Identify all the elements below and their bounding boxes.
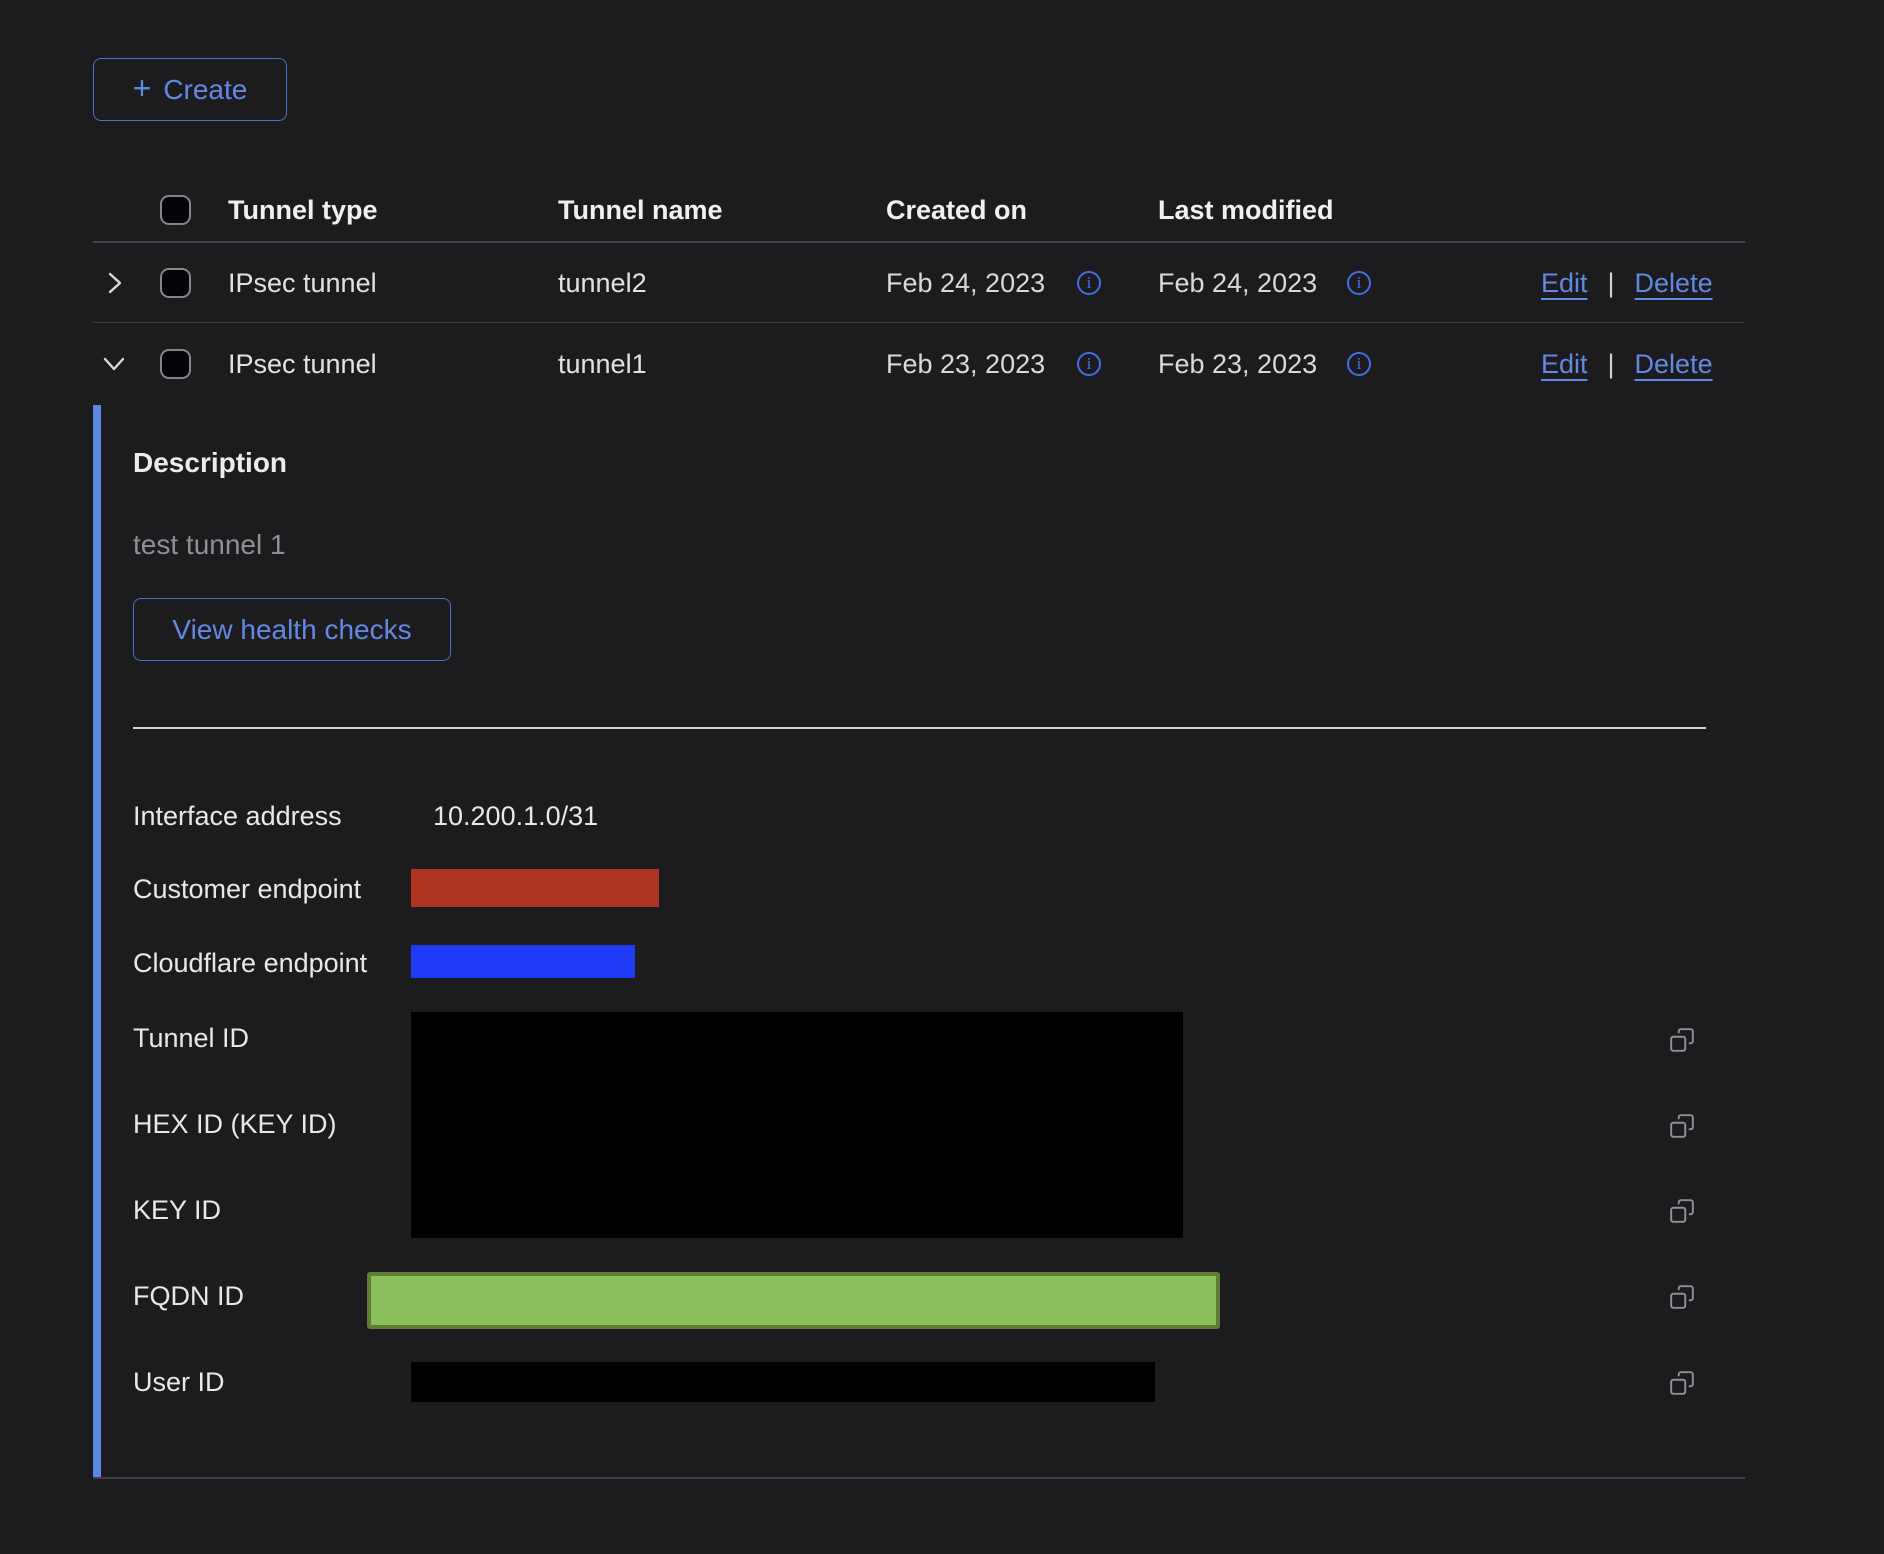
ids-redaction-block: [411, 1012, 1183, 1238]
created-info-icon-wrap: i: [1077, 271, 1101, 295]
table-row: IPsec tunnel tunnel2 Feb 24, 2023 i Feb …: [93, 245, 1745, 323]
info-icon[interactable]: i: [1077, 271, 1101, 295]
row-actions: Edit | Delete: [1541, 267, 1713, 299]
actions-separator: |: [1608, 348, 1615, 380]
section-divider: [133, 727, 1706, 729]
copy-icon: [1669, 1113, 1695, 1139]
customer-endpoint-redaction: [411, 869, 659, 907]
tunnel-id-label: Tunnel ID: [133, 1022, 249, 1054]
edit-link[interactable]: Edit: [1541, 348, 1588, 380]
expand-row-button[interactable]: [101, 270, 127, 296]
column-header-last-modified: Last modified: [1158, 194, 1334, 226]
create-button[interactable]: + Create: [93, 58, 287, 121]
delete-link[interactable]: Delete: [1635, 348, 1713, 380]
info-icon[interactable]: i: [1347, 271, 1371, 295]
key-id-label: KEY ID: [133, 1194, 221, 1226]
created-on-cell: Feb 23, 2023: [886, 348, 1045, 380]
cloudflare-endpoint-redaction: [411, 945, 635, 978]
table-row: IPsec tunnel tunnel1 Feb 23, 2023 i Feb …: [93, 323, 1745, 405]
copy-tunnel-id-button[interactable]: [1669, 1027, 1695, 1053]
info-icon[interactable]: i: [1347, 352, 1371, 376]
view-health-checks-label: View health checks: [172, 614, 411, 646]
info-icon[interactable]: i: [1077, 352, 1101, 376]
edit-link[interactable]: Edit: [1541, 267, 1588, 299]
copy-user-id-button[interactable]: [1669, 1370, 1695, 1396]
delete-link[interactable]: Delete: [1635, 267, 1713, 299]
user-id-label: User ID: [133, 1366, 225, 1398]
fqdn-id-label: FQDN ID: [133, 1280, 244, 1312]
description-value: test tunnel 1: [133, 529, 286, 561]
created-on-cell: Feb 24, 2023: [886, 267, 1045, 299]
plus-icon: +: [133, 72, 152, 104]
chevron-down-icon: [101, 351, 127, 377]
copy-icon: [1669, 1284, 1695, 1310]
create-button-label: Create: [163, 74, 247, 106]
row-checkbox[interactable]: [160, 268, 191, 298]
tunnel-name-cell: tunnel2: [558, 267, 647, 299]
fqdn-id-redaction: [367, 1272, 1220, 1329]
last-modified-cell: Feb 24, 2023: [1158, 267, 1317, 299]
row-checkbox[interactable]: [160, 349, 191, 379]
description-label: Description: [133, 447, 287, 479]
user-id-redaction: [411, 1362, 1155, 1402]
row-actions: Edit | Delete: [1541, 348, 1713, 380]
copy-icon: [1669, 1027, 1695, 1053]
tunnel-detail-panel: Description test tunnel 1 View health ch…: [93, 405, 1745, 1479]
copy-fqdn-id-button[interactable]: [1669, 1284, 1695, 1310]
column-header-created-on: Created on: [886, 194, 1027, 226]
actions-separator: |: [1608, 267, 1615, 299]
created-info-icon-wrap: i: [1077, 352, 1101, 376]
interface-address-value: 10.200.1.0/31: [433, 800, 598, 832]
chevron-right-icon: [101, 270, 127, 296]
tunnel-name-cell: tunnel1: [558, 348, 647, 380]
select-all-checkbox[interactable]: [160, 195, 191, 225]
collapse-row-button[interactable]: [101, 351, 127, 377]
copy-icon: [1669, 1198, 1695, 1224]
last-modified-cell: Feb 23, 2023: [1158, 348, 1317, 380]
tunnel-type-cell: IPsec tunnel: [228, 348, 377, 380]
column-header-tunnel-type: Tunnel type: [228, 194, 378, 226]
column-header-tunnel-name: Tunnel name: [558, 194, 723, 226]
modified-info-icon-wrap: i: [1347, 271, 1371, 295]
tunnel-type-cell: IPsec tunnel: [228, 267, 377, 299]
copy-hex-id-button[interactable]: [1669, 1113, 1695, 1139]
view-health-checks-button[interactable]: View health checks: [133, 598, 451, 661]
cloudflare-endpoint-label: Cloudflare endpoint: [133, 947, 367, 979]
customer-endpoint-label: Customer endpoint: [133, 873, 361, 905]
hex-id-label: HEX ID (KEY ID): [133, 1108, 337, 1140]
tunnels-page: + Create Tunnel type Tunnel name Created…: [0, 0, 1884, 1554]
table-header-row: Tunnel type Tunnel name Created on Last …: [93, 176, 1745, 243]
expanded-row-accent-bar: [93, 405, 101, 1477]
interface-address-label: Interface address: [133, 800, 342, 832]
copy-key-id-button[interactable]: [1669, 1198, 1695, 1224]
copy-icon: [1669, 1370, 1695, 1396]
modified-info-icon-wrap: i: [1347, 352, 1371, 376]
